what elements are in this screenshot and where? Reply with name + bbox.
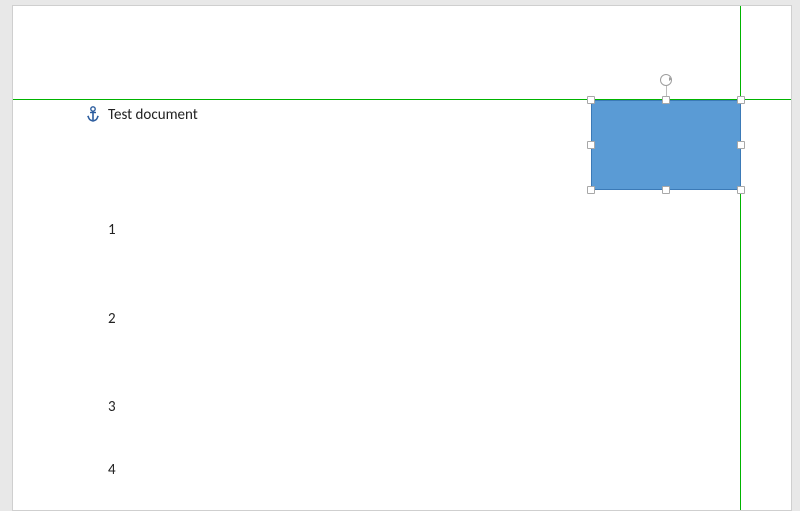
paragraph-line[interactable]: 3 xyxy=(108,398,116,416)
resize-handle-middle-right[interactable] xyxy=(737,141,745,149)
resize-handle-bottom-middle[interactable] xyxy=(662,186,670,194)
anchor-icon xyxy=(86,106,100,122)
rotation-handle[interactable] xyxy=(660,74,672,86)
resize-handle-top-right[interactable] xyxy=(737,96,745,104)
shape-fill[interactable] xyxy=(591,100,741,190)
resize-handle-top-left[interactable] xyxy=(587,96,595,104)
paragraph-line[interactable]: 2 xyxy=(108,310,116,328)
resize-handle-bottom-left[interactable] xyxy=(587,186,595,194)
paragraph-line[interactable]: 4 xyxy=(108,461,116,479)
alignment-guide-vertical xyxy=(740,6,741,510)
resize-handle-middle-left[interactable] xyxy=(587,141,595,149)
paragraph-line[interactable]: 1 xyxy=(108,221,116,239)
rectangle-shape[interactable] xyxy=(591,100,741,190)
document-title[interactable]: Test document xyxy=(108,106,198,124)
resize-handle-top-middle[interactable] xyxy=(662,96,670,104)
document-page[interactable]: Test document 1 2 3 4 xyxy=(12,5,792,511)
resize-handle-bottom-right[interactable] xyxy=(737,186,745,194)
